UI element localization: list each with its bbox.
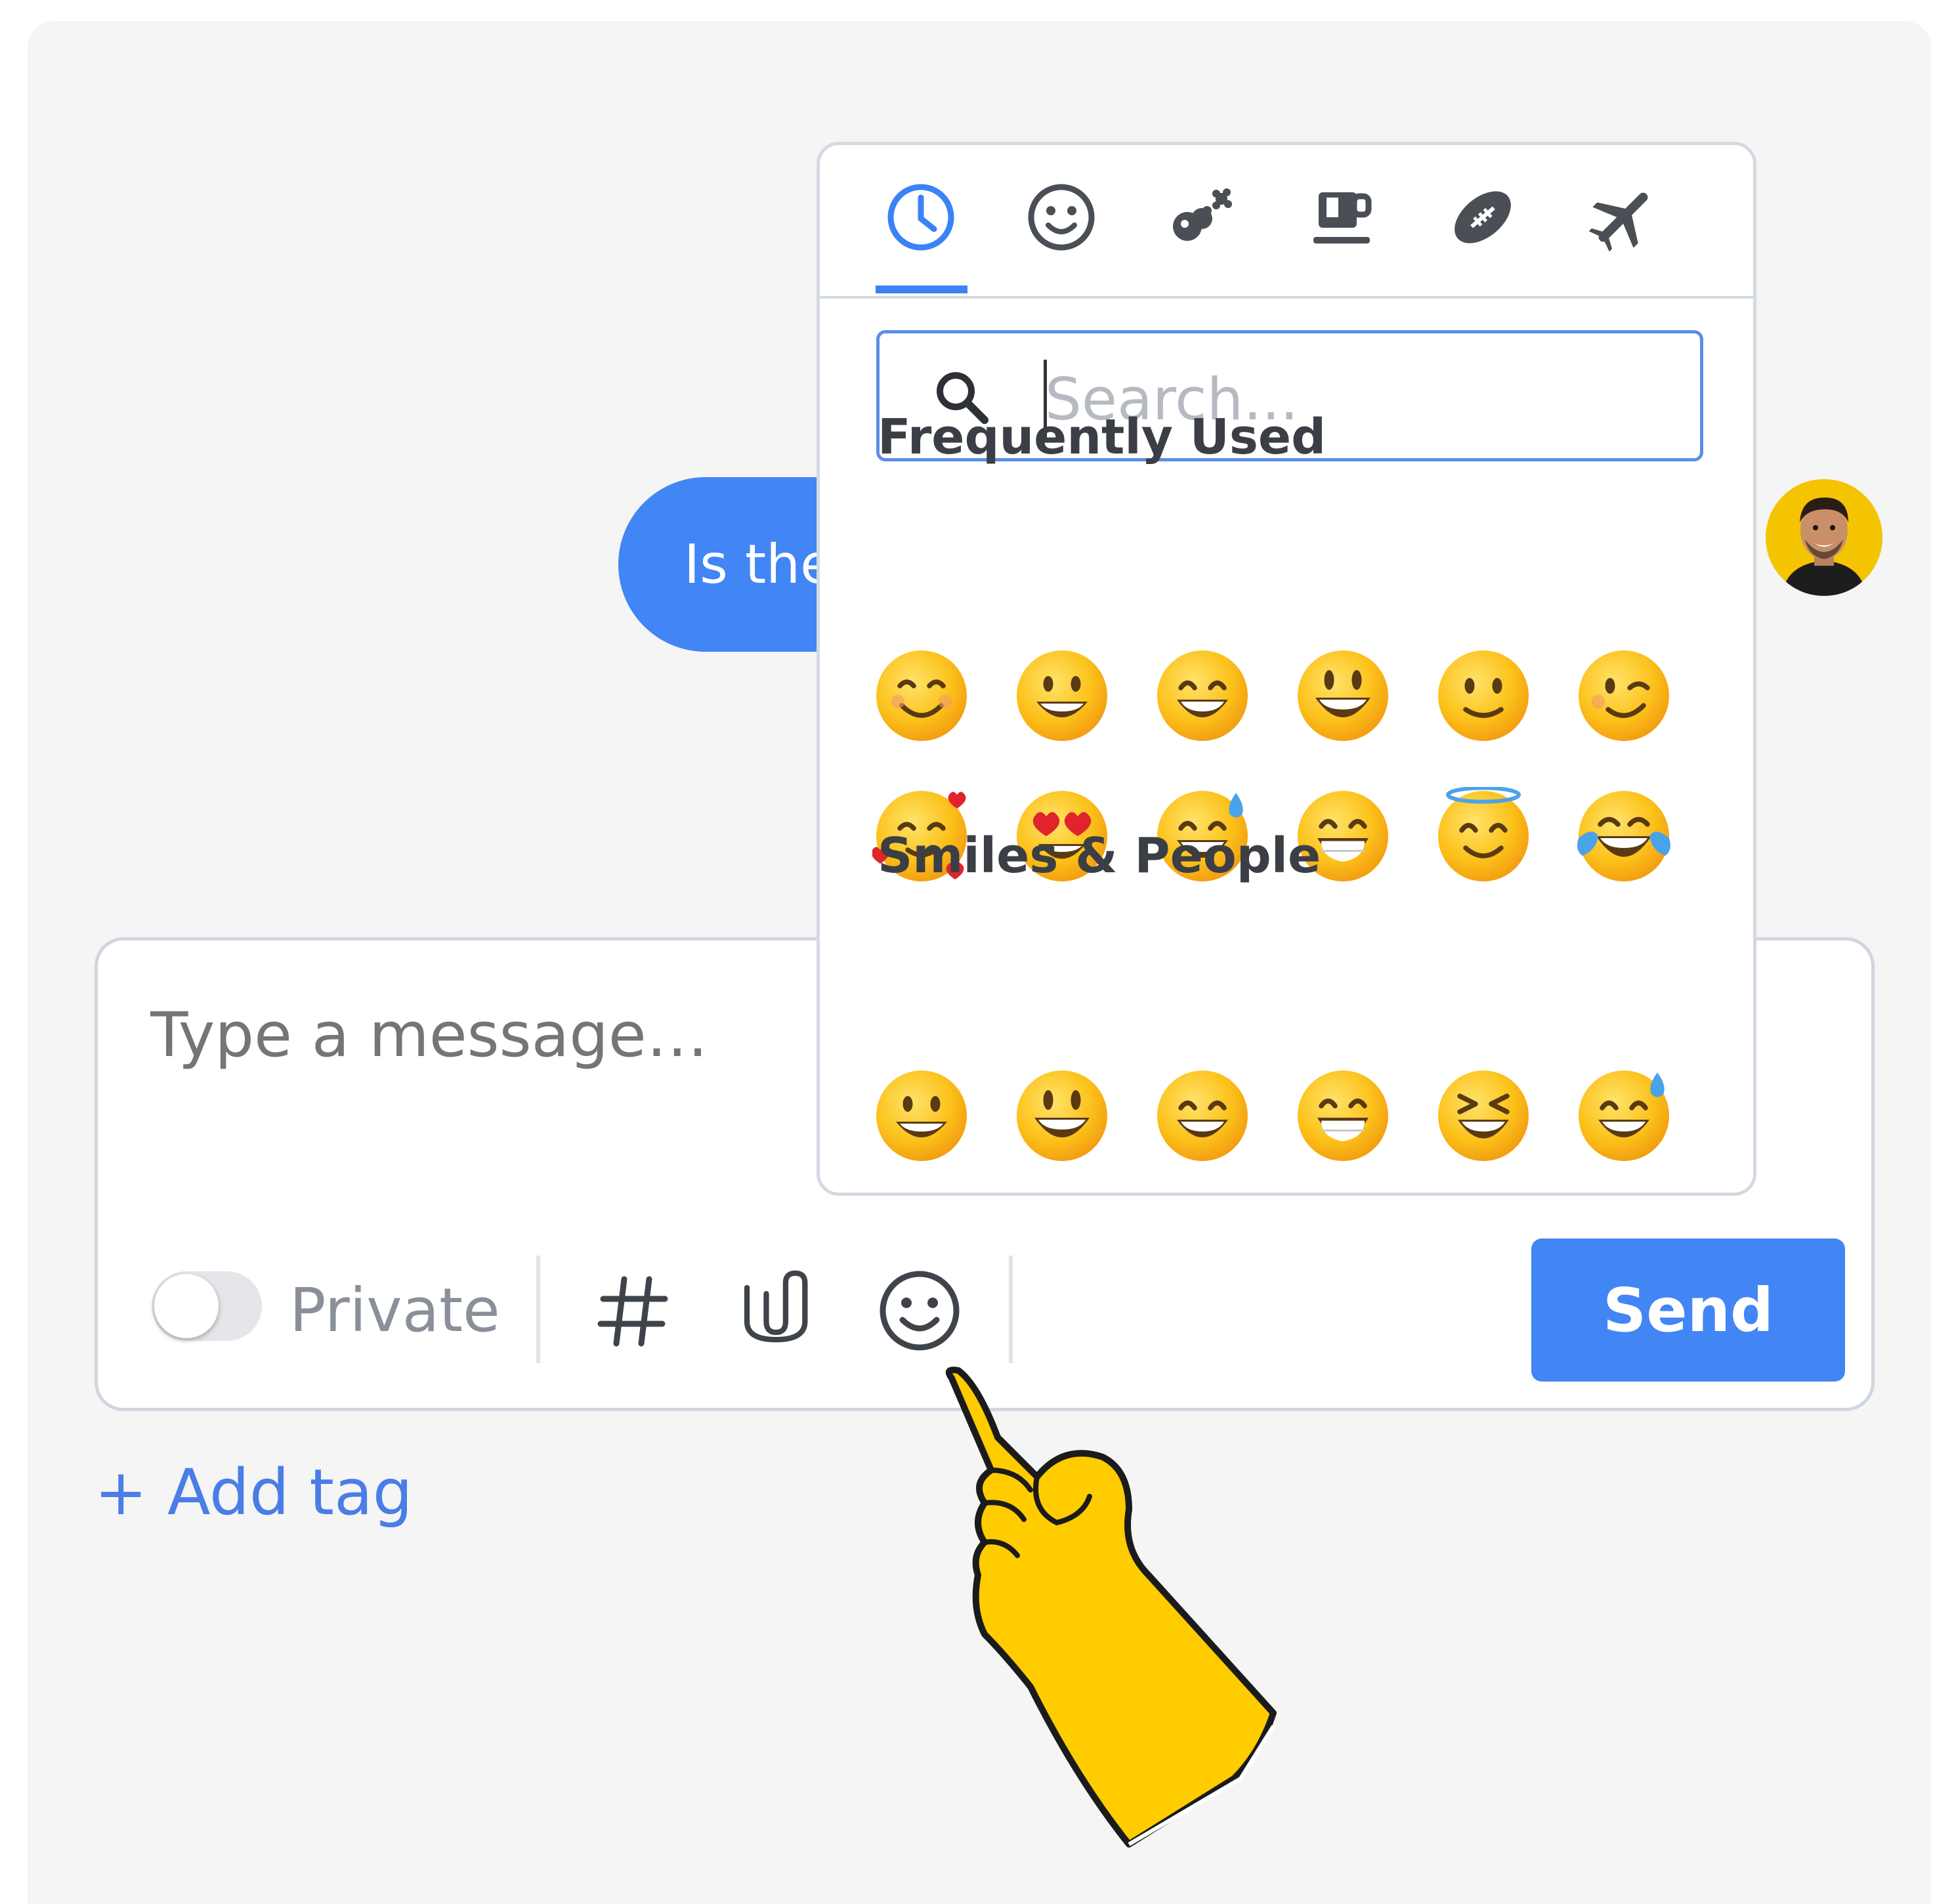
- toolbar-divider: [1009, 1256, 1013, 1363]
- section-title-frequently-used: Frequently Used: [878, 409, 1327, 465]
- pointing-hand-icon: [945, 1366, 1277, 1848]
- emoji-grinning[interactable]: [872, 1067, 971, 1165]
- emoji-grinning[interactable]: [1013, 646, 1111, 745]
- add-tag-link[interactable]: + Add tag: [95, 1456, 413, 1529]
- toggle-knob: [154, 1274, 219, 1338]
- emoji-beaming[interactable]: [1294, 1067, 1392, 1165]
- emoji-big-smile[interactable]: [1294, 646, 1392, 745]
- private-label: Private: [289, 1275, 500, 1345]
- emoji-grinning-eyes[interactable]: [1153, 646, 1252, 745]
- message-text: Is the: [684, 534, 828, 596]
- emoji-picker: Frequently Used: [817, 142, 1756, 1196]
- hash-icon[interactable]: [594, 1271, 673, 1350]
- send-button[interactable]: Send: [1531, 1238, 1845, 1382]
- emoji-grinning-eyes[interactable]: [1153, 1067, 1252, 1165]
- avatar: [1766, 479, 1882, 596]
- emoji-slight-smile[interactable]: [1434, 646, 1533, 745]
- emoji-sweat-smile[interactable]: [1575, 1067, 1673, 1165]
- emoji-wink[interactable]: [1575, 646, 1673, 745]
- smiley-icon[interactable]: [878, 1269, 962, 1353]
- active-tab-indicator: [876, 286, 967, 293]
- flower-icon[interactable]: [1161, 177, 1242, 258]
- emoji-smiling-eyes[interactable]: [872, 646, 971, 745]
- avatar-photo: [1766, 479, 1882, 596]
- message-input[interactable]: [150, 1000, 807, 1071]
- paperclip-icon[interactable]: [738, 1269, 817, 1353]
- emoji-big-smile[interactable]: [1013, 1067, 1111, 1165]
- coffee-icon[interactable]: [1302, 177, 1383, 258]
- emoji-halo[interactable]: [1434, 787, 1533, 885]
- toolbar-divider: [536, 1256, 540, 1363]
- clock-icon[interactable]: [880, 177, 962, 258]
- airplane-icon[interactable]: [1582, 177, 1664, 258]
- private-toggle[interactable]: [152, 1271, 262, 1341]
- section-title-smiles-people: Smiles & People: [878, 828, 1321, 884]
- smiley-icon[interactable]: [1021, 177, 1102, 258]
- emoji-tears-of-joy[interactable]: [1575, 787, 1673, 885]
- emoji-category-tabs: [820, 145, 1753, 299]
- emoji-squinting[interactable]: [1434, 1067, 1533, 1165]
- football-icon[interactable]: [1442, 177, 1523, 258]
- outgoing-message-bubble: Is the: [618, 477, 828, 652]
